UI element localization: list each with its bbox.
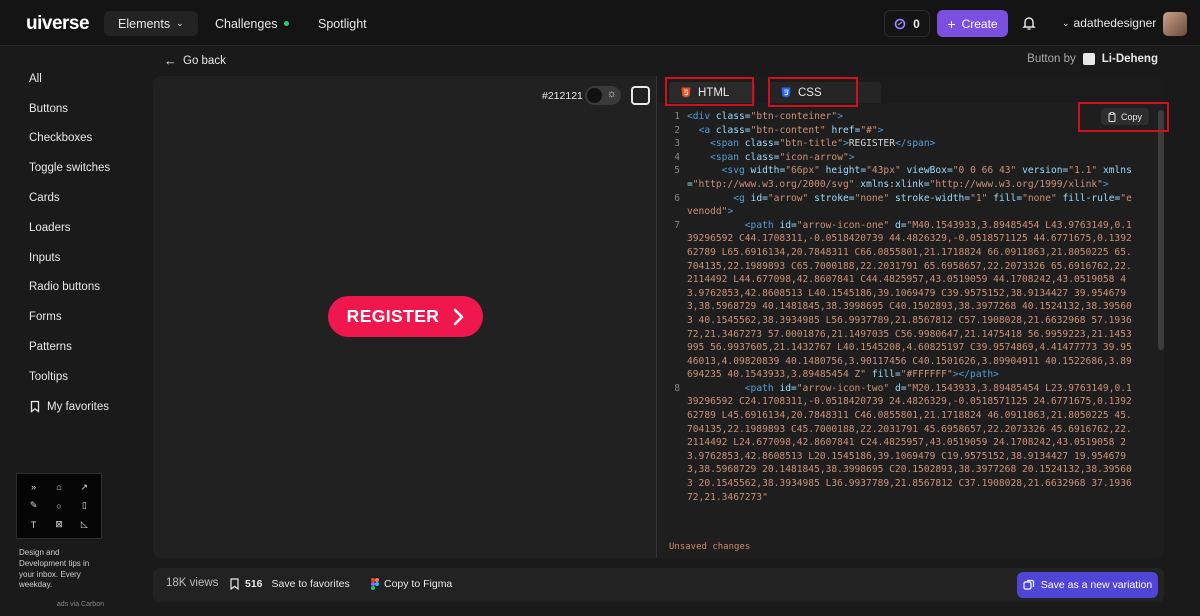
create-button[interactable]: + Create <box>937 10 1008 37</box>
sidebar-item-all[interactable]: All <box>16 64 144 94</box>
arrow-right-icon <box>454 308 464 325</box>
background-color-swatch[interactable] <box>631 86 650 105</box>
code-editor[interactable]: 1 <div class="btn-conteiner"> 2 <a class="… <box>657 110 1157 504</box>
points-icon <box>894 18 906 29</box>
line-content: <span class="icon-arrow"> <box>710 151 855 163</box>
copy-to-figma-button[interactable]: Copy to Figma <box>371 578 452 590</box>
frame-icon: ⊠ <box>55 519 63 530</box>
bookmark-icon <box>230 578 239 590</box>
sidebar-item-patterns[interactable]: Patterns <box>16 332 144 362</box>
ad-via[interactable]: ads via Carbon <box>16 601 104 608</box>
line-content: <path id="arrow-icon-one" d="M40.1543933… <box>687 219 1132 381</box>
sun-icon: ☼ <box>606 88 617 100</box>
line-number: 4 <box>674 151 680 163</box>
sidebar-item-cards[interactable]: Cards <box>16 183 144 213</box>
line-content: <span class="btn-title">REGISTER</span> <box>710 138 936 150</box>
text-icon: T <box>30 519 37 530</box>
sidebar-item-buttons[interactable]: Buttons <box>16 94 144 124</box>
cursor-icon: ↗ <box>80 481 89 492</box>
file-icon: ▯ <box>81 500 87 511</box>
sidebar-item-inputs[interactable]: Inputs <box>16 243 144 273</box>
home-icon: ⌂ <box>56 482 62 493</box>
bottom-bar: 18K views 516 Save to favorites Copy to … <box>153 568 1164 602</box>
preview-panel: #212121 ☼ REGISTER <box>153 76 656 558</box>
unsaved-changes-label: Unsaved changes <box>669 542 751 552</box>
ad-image: » ⌂ ↗ ✎ ○ ▯ T ⊠ ◺ <box>16 473 102 539</box>
chevron-down-icon: ⌄ <box>176 18 184 28</box>
sidebar-item-checkboxes[interactable]: Checkboxes <box>16 124 144 154</box>
sidebar: All Buttons Checkboxes Toggle switches C… <box>16 64 144 422</box>
register-button[interactable]: REGISTER <box>328 296 483 337</box>
line-number: 2 <box>674 124 680 136</box>
view-count: 18K views <box>166 577 219 589</box>
line-number: 5 <box>674 165 680 177</box>
line-content: <div class="btn-conteiner"> <box>687 111 843 122</box>
arrow-left-icon: ← <box>164 53 177 68</box>
chevron-down-icon: ⌄ <box>1062 17 1070 28</box>
comment-icon: ○ <box>56 500 62 511</box>
figma-icon <box>371 578 379 590</box>
sidebar-item-radio-buttons[interactable]: Radio buttons <box>16 273 144 303</box>
uiverse-logo[interactable]: uiverse <box>26 13 90 35</box>
vector-icon: ◺ <box>80 519 88 530</box>
carbon-ad[interactable]: » ⌂ ↗ ✎ ○ ▯ T ⊠ ◺ Design and Development… <box>16 473 104 609</box>
nav-elements[interactable]: Elements ⌄ <box>104 11 198 36</box>
fast-forward-icon: » <box>31 482 37 493</box>
highlight-box-html-tab <box>665 77 754 106</box>
code-line[interactable]: 3 <span class="btn-title">REGISTER</span… <box>657 137 1157 151</box>
code-line[interactable]: 5 <svg width="66px" height="43px" viewBo… <box>657 164 1157 191</box>
line-number: 3 <box>674 138 680 150</box>
code-line[interactable]: 7 <path id="arrow-icon-one" d="M40.15439… <box>657 219 1157 382</box>
points-counter[interactable]: 0 <box>884 10 930 37</box>
line-number: 8 <box>674 382 680 394</box>
save-to-favorites-button[interactable]: 516 Save to favorites <box>229 578 350 590</box>
sidebar-item-loaders[interactable]: Loaders <box>16 213 144 243</box>
line-content: <a class="btn-content" href="#"> <box>698 124 884 136</box>
author-credit: Button by Li-Deheng <box>1027 53 1158 65</box>
new-dot-icon <box>283 21 289 26</box>
author-avatar-icon <box>1082 53 1095 65</box>
plus-icon: + <box>947 15 956 32</box>
user-menu[interactable]: ⌄ adathedesigner <box>1062 16 1156 30</box>
top-bar: uiverse Elements ⌄ Challenges Spotlight … <box>0 0 1200 46</box>
sidebar-item-favorites[interactable]: My favorites <box>16 392 144 422</box>
author-name[interactable]: Li-Deheng <box>1102 53 1158 65</box>
line-content: <g id="arrow" stroke="none" stroke-width… <box>687 192 1132 218</box>
toggle-knob <box>587 88 602 103</box>
line-number: 7 <box>674 219 680 231</box>
line-content: <svg width="66px" height="43px" viewBox=… <box>687 165 1132 190</box>
sidebar-item-forms[interactable]: Forms <box>16 302 144 332</box>
line-number: 6 <box>674 192 680 204</box>
code-line[interactable]: 6 <g id="arrow" stroke="none" stroke-wid… <box>657 192 1157 219</box>
code-line[interactable]: 4 <span class="icon-arrow"> <box>657 151 1157 165</box>
highlight-box-copy-button <box>1078 102 1169 132</box>
go-back-link[interactable]: ← Go back <box>164 53 226 68</box>
code-scrollbar[interactable] <box>1158 110 1164 350</box>
ad-text: Design and Development tips in your inbo… <box>19 548 90 590</box>
line-content: <path id="arrow-icon-two" d="M20.1543933… <box>687 382 1132 503</box>
theme-toggle[interactable]: ☼ <box>585 86 621 105</box>
bookmark-icon <box>30 401 40 413</box>
code-line[interactable]: 8 <path id="arrow-icon-two" d="M20.15439… <box>657 382 1157 504</box>
nav-challenges[interactable]: Challenges <box>201 11 303 36</box>
highlight-box-css-tab <box>768 77 858 107</box>
bell-icon[interactable] <box>1020 14 1038 32</box>
line-number: 1 <box>674 111 680 122</box>
avatar[interactable] <box>1163 12 1187 36</box>
background-hex[interactable]: #212121 <box>542 90 583 102</box>
pen-icon: ✎ <box>29 500 38 511</box>
code-panel: HTML CSS 1 <div class="btn-conteiner"> 2 <… <box>656 76 1164 558</box>
sidebar-item-tooltips[interactable]: Tooltips <box>16 362 144 392</box>
variation-icon <box>1023 579 1034 590</box>
save-as-variation-button[interactable]: Save as a new variation <box>1017 572 1158 598</box>
sidebar-item-toggle-switches[interactable]: Toggle switches <box>16 153 144 183</box>
nav-spotlight[interactable]: Spotlight <box>304 11 381 36</box>
